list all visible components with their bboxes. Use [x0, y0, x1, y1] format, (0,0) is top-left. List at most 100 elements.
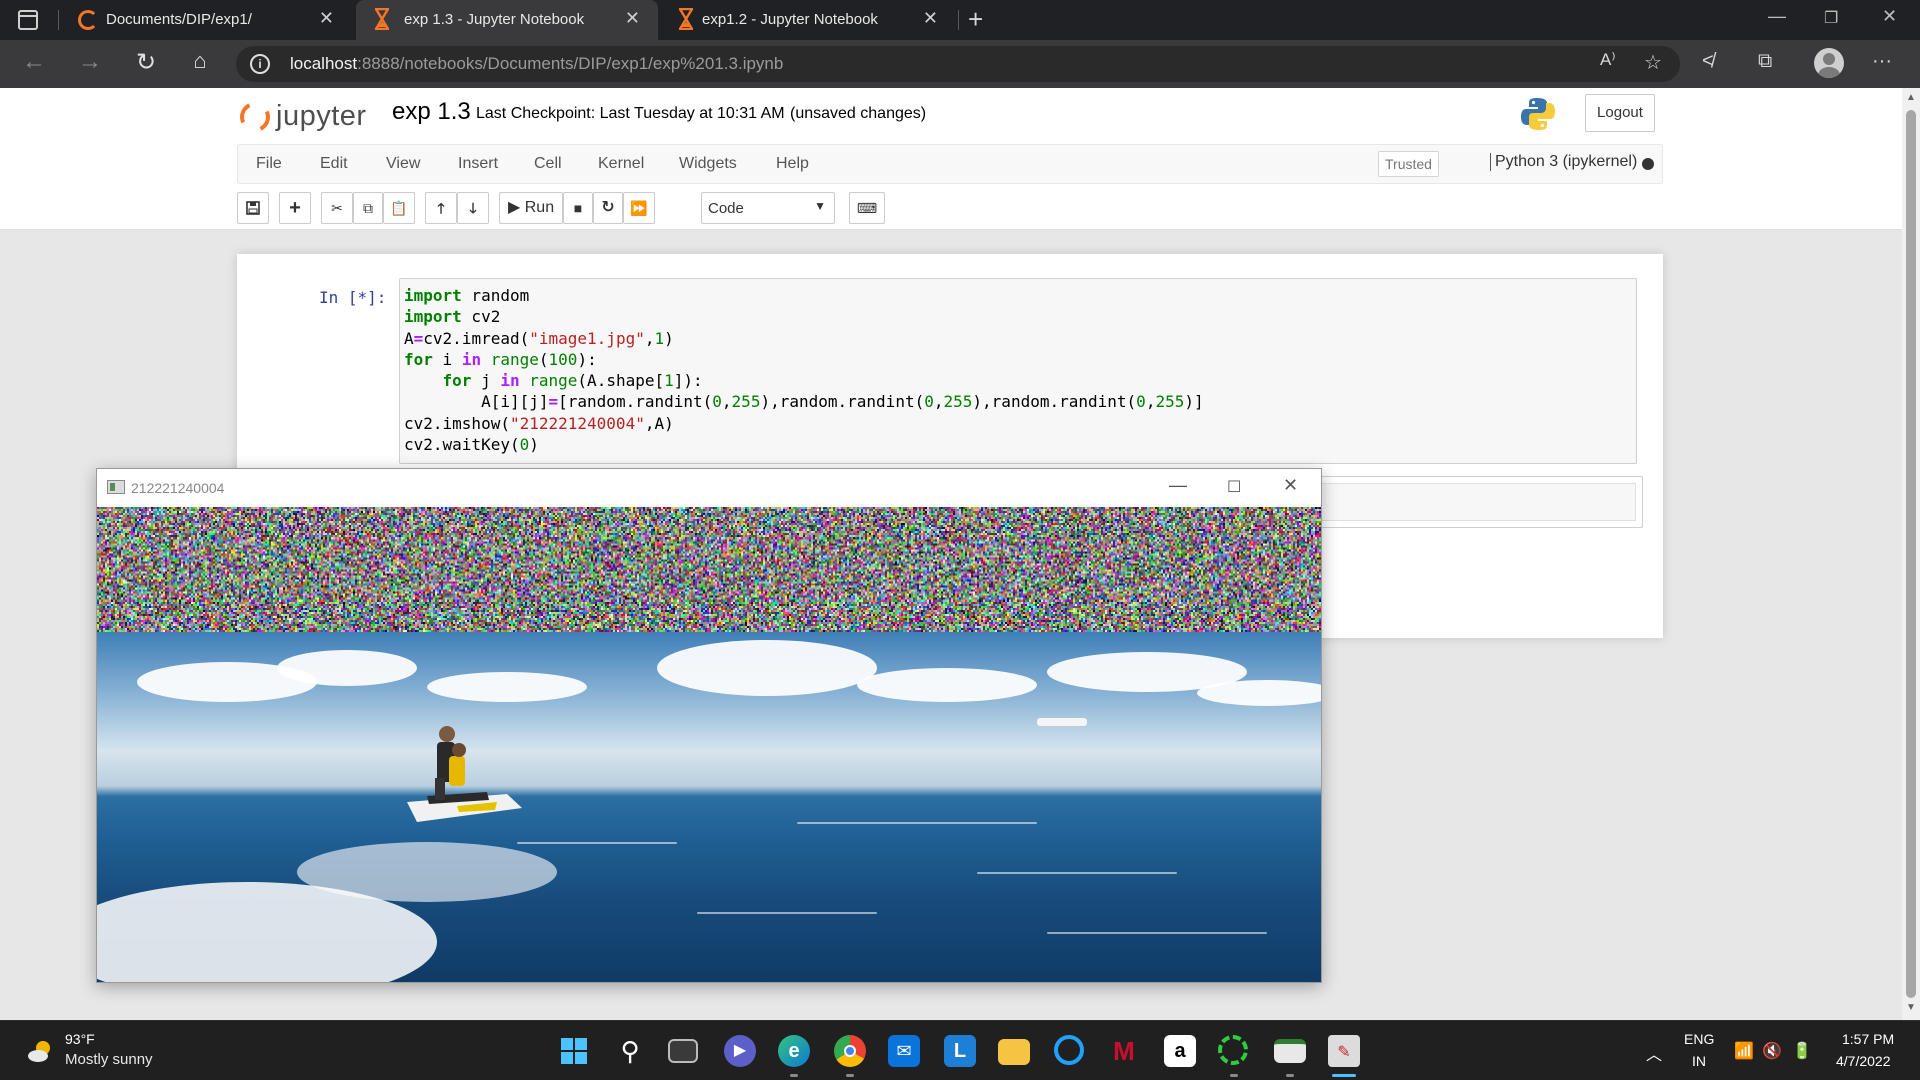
file-explorer-icon[interactable] [998, 1039, 1030, 1065]
image-window-title: 212221240004 [131, 480, 224, 496]
copy-button[interactable]: ⧉ [353, 192, 383, 224]
running-indicator [1286, 1074, 1294, 1077]
arrow-up-icon: 🡑 [437, 200, 444, 216]
menu-help[interactable]: Help [776, 155, 809, 173]
restart-run-all-button[interactable]: ⏩ [623, 192, 655, 224]
clock-time[interactable]: 1:57 PM [1842, 1031, 1894, 1047]
logout-button[interactable]: Logout [1585, 94, 1655, 132]
url-text[interactable]: localhost:8888/notebooks/Documents/DIP/e… [290, 54, 783, 74]
wave [1047, 932, 1267, 934]
active-indicator [1332, 1074, 1356, 1077]
close-tab-icon[interactable]: ✕ [319, 8, 334, 29]
cell-type-select[interactable]: Code ▼ [701, 192, 835, 224]
scroll-down-icon[interactable]: ▼ [1906, 1002, 1916, 1013]
more-options-icon[interactable]: ··· [1872, 50, 1892, 73]
paste-button[interactable]: 📋 [383, 192, 415, 224]
menu-insert[interactable]: Insert [458, 155, 498, 173]
forward-icon[interactable]: → [74, 48, 106, 76]
move-down-button[interactable]: 🡓 [457, 192, 489, 224]
code-cell-editor[interactable]: import random import cv2 A=cv2.imread("i… [399, 278, 1637, 464]
tab-documents[interactable]: Documents/DIP/exp1/ ✕ [60, 0, 352, 40]
tab-actions-icon[interactable] [18, 10, 38, 30]
region-indicator[interactable]: IN [1692, 1053, 1706, 1069]
scrollbar-thumb[interactable] [1906, 110, 1916, 998]
search-icon[interactable]: ⚲ [614, 1035, 646, 1067]
show-hidden-icons-chevron-up-icon[interactable]: ︿ [1646, 1041, 1662, 1065]
run-label: Run [525, 199, 554, 216]
python-app-icon[interactable]: ✎ [1328, 1035, 1360, 1067]
image-window-titlebar[interactable]: 212221240004 — ☐ ✕ [97, 469, 1321, 507]
back-icon[interactable]: ← [18, 48, 50, 76]
play-icon: ▶ [508, 199, 525, 216]
profile-avatar-icon[interactable] [1814, 48, 1844, 78]
tab-exp1-2[interactable]: exp1.2 - Jupyter Notebook ✕ [660, 0, 956, 40]
minimize-button[interactable]: — [1768, 6, 1786, 27]
refresh-icon[interactable]: ↻ [130, 48, 162, 77]
save-button[interactable] [237, 192, 269, 224]
tab-exp-1-3[interactable]: exp 1.3 - Jupyter Notebook ✕ [356, 0, 658, 40]
minimize-button[interactable]: — [1169, 475, 1187, 496]
new-tab-button[interactable]: + [968, 4, 983, 35]
notebook-name[interactable]: exp 1.3 [392, 98, 471, 126]
teams-chat-icon[interactable]: ▶ [724, 1035, 756, 1067]
scroll-up-icon[interactable]: ▲ [1906, 92, 1916, 103]
trusted-badge[interactable]: Trusted [1378, 151, 1439, 177]
run-button[interactable]: ▶ Run [499, 192, 563, 224]
code-line: for i in range(100): [404, 349, 1632, 370]
wave [517, 842, 677, 844]
interrupt-button[interactable]: ■ [563, 192, 593, 224]
chrome-icon[interactable] [834, 1035, 866, 1067]
mcafee-icon[interactable]: M [1108, 1035, 1140, 1067]
window-app-icon[interactable] [1274, 1039, 1306, 1063]
save-icon [246, 201, 260, 215]
mail-icon[interactable]: ✉ [888, 1035, 920, 1067]
close-window-button[interactable]: ✕ [1882, 6, 1897, 27]
windows-start-icon[interactable] [558, 1035, 590, 1067]
paste-icon: 📋 [390, 200, 407, 216]
restart-button[interactable]: ↻ [593, 192, 623, 224]
restore-button[interactable]: ❐ [1824, 8, 1838, 28]
menu-edit[interactable]: Edit [320, 155, 348, 173]
wifi-icon[interactable]: 📶 [1734, 1041, 1754, 1061]
edge-icon[interactable]: e [778, 1035, 810, 1067]
cut-button[interactable]: ✂ [321, 192, 353, 224]
close-tab-icon[interactable]: ✕ [923, 8, 938, 29]
home-icon[interactable]: ⌂ [184, 48, 216, 74]
read-aloud-icon[interactable]: A⁾ [1600, 50, 1616, 70]
opencv-image-window[interactable]: 212221240004 — ☐ ✕ [96, 468, 1322, 983]
info-icon[interactable]: i [250, 54, 270, 74]
close-window-button[interactable]: ✕ [1283, 475, 1298, 496]
weather-temperature[interactable]: 93°F [65, 1031, 95, 1047]
l-app-icon[interactable]: L [944, 1035, 976, 1067]
menu-widgets[interactable]: Widgets [679, 155, 737, 173]
progress-app-icon[interactable] [1218, 1035, 1248, 1065]
language-indicator[interactable]: ENG [1684, 1031, 1714, 1047]
menu-file[interactable]: File [256, 155, 282, 173]
cortana-icon[interactable] [1054, 1035, 1084, 1065]
maximize-button[interactable]: ☐ [1227, 477, 1241, 497]
insert-cell-button[interactable]: + [279, 192, 311, 224]
jupyter-tab-icon [78, 10, 98, 30]
favorite-add-icon[interactable]: ☆ [1644, 50, 1662, 75]
move-up-button[interactable]: 🡑 [425, 192, 457, 224]
menu-kernel[interactable]: Kernel [598, 155, 644, 173]
clock-date[interactable]: 4/7/2022 [1836, 1053, 1891, 1069]
python-logo-icon [1520, 96, 1556, 132]
speaker-muted-icon[interactable]: 🔇 [1762, 1041, 1782, 1061]
weather-description[interactable]: Mostly sunny [65, 1051, 153, 1068]
url-field[interactable]: i localhost:8888/notebooks/Documents/DIP… [236, 46, 1680, 82]
menu-view[interactable]: View [386, 155, 420, 173]
page-scrollbar[interactable]: ▲ ▼ [1902, 88, 1920, 1020]
battery-icon[interactable]: 🔋 [1792, 1041, 1812, 1061]
input-prompt: In [*]: [319, 288, 386, 307]
favorites-icon[interactable]: ≮ [1702, 50, 1714, 73]
close-tab-icon[interactable]: ✕ [625, 8, 640, 29]
kernel-name[interactable]: Python 3 (ipykernel) [1490, 153, 1637, 171]
jupyter-logo[interactable]: jupyter [240, 96, 380, 136]
command-palette-button[interactable]: ⌨ [849, 192, 885, 224]
menu-cell[interactable]: Cell [534, 155, 562, 173]
collections-icon[interactable]: ⧉ [1758, 50, 1772, 73]
amazon-icon[interactable]: a [1164, 1035, 1196, 1067]
task-view-icon[interactable] [668, 1039, 698, 1063]
code-line: A[i][j]=[random.randint(0,255),random.ra… [404, 391, 1632, 412]
